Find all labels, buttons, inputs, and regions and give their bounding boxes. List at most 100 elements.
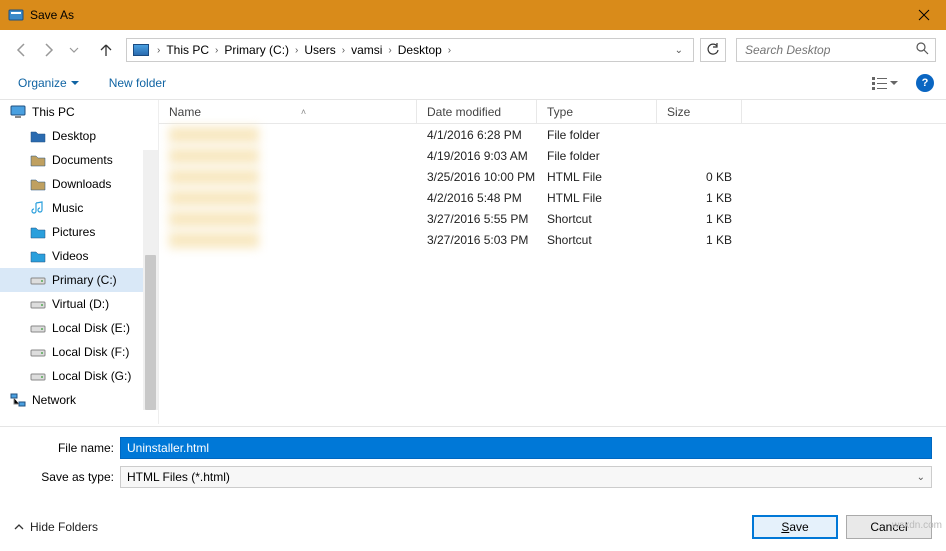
filetype-label: Save as type: [40, 470, 120, 484]
chevron-right-icon: › [213, 45, 220, 56]
new-folder-button[interactable]: New folder [103, 72, 172, 94]
watermark: wsxdn.com [892, 520, 942, 531]
sidebar-item[interactable]: Virtual (D:) [0, 292, 158, 316]
file-type: HTML File [537, 170, 657, 184]
breadcrumb[interactable]: Desktop [394, 41, 446, 59]
column-type[interactable]: Type [537, 100, 657, 123]
sidebar-item[interactable]: Local Disk (F:) [0, 340, 158, 364]
table-row[interactable]: 3/27/2016 5:55 PMShortcut1 KB [159, 208, 946, 229]
drive-icon [30, 344, 46, 360]
sidebar-item[interactable]: Network [0, 388, 158, 412]
sidebar-scrollbar[interactable] [143, 150, 158, 410]
sidebar-item[interactable]: Documents [0, 148, 158, 172]
sidebar-item[interactable]: Primary (C:) [0, 268, 158, 292]
file-type: HTML File [537, 191, 657, 205]
chevron-right-icon: › [386, 45, 393, 56]
file-date: 4/2/2016 5:48 PM [417, 191, 537, 205]
file-type: File folder [537, 128, 657, 142]
help-button[interactable]: ? [916, 74, 934, 92]
table-row[interactable]: 3/25/2016 10:00 PMHTML File0 KB [159, 166, 946, 187]
sidebar-item[interactable]: Local Disk (E:) [0, 316, 158, 340]
filename-label: File name: [40, 441, 120, 455]
sidebar-item-label: Local Disk (E:) [52, 321, 130, 335]
filetype-select[interactable]: HTML Files (*.html) ⌄ [120, 466, 932, 488]
table-row[interactable]: 3/27/2016 5:03 PMShortcut1 KB [159, 229, 946, 250]
sidebar-item[interactable]: Videos [0, 244, 158, 268]
sidebar-item-label: Local Disk (G:) [52, 369, 131, 383]
file-date: 4/1/2016 6:28 PM [417, 128, 537, 142]
refresh-button[interactable] [700, 38, 726, 62]
drive-icon [30, 320, 46, 336]
sort-indicator-icon: ˄ [301, 107, 306, 117]
sidebar-item-label: This PC [32, 105, 75, 119]
sidebar-item[interactable]: Pictures [0, 220, 158, 244]
close-button[interactable] [901, 0, 946, 30]
file-date: 3/27/2016 5:55 PM [417, 212, 537, 226]
sidebar-item-label: Local Disk (F:) [52, 345, 129, 359]
table-row[interactable]: 4/2/2016 5:48 PMHTML File1 KB [159, 187, 946, 208]
file-name-redacted [169, 169, 259, 185]
music-icon [30, 200, 46, 216]
file-size: 1 KB [657, 233, 742, 247]
titlebar: Save As [0, 0, 946, 30]
column-size[interactable]: Size [657, 100, 742, 123]
filename-row: File name: [0, 433, 946, 462]
breadcrumb[interactable]: vamsi [347, 41, 386, 59]
sidebar-item-label: Virtual (D:) [52, 297, 109, 311]
column-name[interactable]: Name˄ [159, 100, 417, 123]
drive-icon [30, 368, 46, 384]
view-button[interactable] [866, 72, 904, 94]
sidebar-item-label: Documents [52, 153, 113, 167]
breadcrumb[interactable]: This PC [162, 41, 213, 59]
table-row[interactable]: 4/1/2016 6:28 PMFile folder [159, 124, 946, 145]
drive-icon [30, 296, 46, 312]
documents-icon [30, 152, 46, 168]
file-name-redacted [169, 127, 259, 143]
chevron-up-icon [14, 522, 24, 532]
sidebar-item-label: Network [32, 393, 76, 407]
pictures-icon [30, 224, 46, 240]
search-icon [916, 42, 929, 58]
back-button[interactable] [10, 38, 34, 62]
window-title: Save As [30, 8, 901, 22]
table-row[interactable]: 4/19/2016 9:03 AMFile folder [159, 145, 946, 166]
sidebar-item[interactable]: This PC [0, 100, 158, 124]
up-button[interactable] [94, 38, 118, 62]
sidebar-item-label: Videos [52, 249, 88, 263]
sidebar-item[interactable]: Downloads [0, 172, 158, 196]
filename-input[interactable] [120, 437, 932, 459]
file-date: 4/19/2016 9:03 AM [417, 149, 537, 163]
file-name-redacted [169, 190, 259, 206]
search-box[interactable] [736, 38, 936, 62]
main-area: This PC Desktop Documents Downloads Music Pic… [0, 100, 946, 424]
sidebar-item-label: Music [52, 201, 83, 215]
save-button[interactable]: Save [752, 515, 838, 539]
file-date: 3/27/2016 5:03 PM [417, 233, 537, 247]
organize-button[interactable]: Organize [12, 72, 85, 94]
file-type: Shortcut [537, 212, 657, 226]
chevron-down-icon[interactable]: ⌄ [671, 45, 687, 56]
network-icon [10, 392, 26, 408]
breadcrumb[interactable]: Users [300, 41, 339, 59]
recent-dropdown[interactable] [62, 38, 86, 62]
search-input[interactable] [743, 42, 929, 58]
column-date[interactable]: Date modified [417, 100, 537, 123]
sidebar-item[interactable]: Music [0, 196, 158, 220]
forward-button[interactable] [36, 38, 60, 62]
file-size: 1 KB [657, 212, 742, 226]
hide-folders-button[interactable]: Hide Folders [14, 520, 98, 534]
file-name-redacted [169, 148, 259, 164]
sidebar-item-label: Pictures [52, 225, 95, 239]
chevron-right-icon: › [340, 45, 347, 56]
file-size: 0 KB [657, 170, 742, 184]
sidebar-item[interactable]: Local Disk (G:) [0, 364, 158, 388]
file-date: 3/25/2016 10:00 PM [417, 170, 537, 184]
chevron-right-icon: › [293, 45, 300, 56]
toolbar: Organize New folder ? [0, 66, 946, 100]
breadcrumb[interactable]: Primary (C:) [220, 41, 293, 59]
app-icon [8, 7, 24, 23]
footer: Hide Folders Save Cancel [0, 503, 946, 551]
filetype-row: Save as type: HTML Files (*.html) ⌄ [0, 462, 946, 491]
sidebar-item[interactable]: Desktop [0, 124, 158, 148]
address-bar[interactable]: › This PC › Primary (C:) › Users › vamsi… [126, 38, 694, 62]
